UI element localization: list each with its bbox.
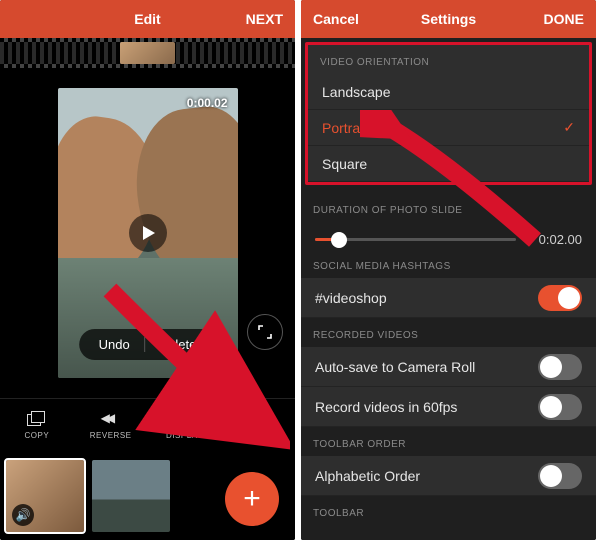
play-button[interactable] xyxy=(129,214,167,252)
timeline-clip[interactable] xyxy=(120,42,175,64)
sixtyfps-label: Record videos in 60fps xyxy=(315,399,457,415)
edit-screen: Edit NEXT 0:00.02 Undo Delete COPY REVER… xyxy=(0,0,295,540)
orientation-group: VIDEO ORIENTATION Landscape Portrait ✓ Sq… xyxy=(305,42,592,185)
settings-body[interactable]: VIDEO ORIENTATION Landscape Portrait ✓ Sq… xyxy=(301,38,596,540)
reverse-label: REVERSE xyxy=(90,431,132,440)
alpha-toggle[interactable] xyxy=(538,463,582,489)
edit-title: Edit xyxy=(70,11,225,27)
orientation-portrait[interactable]: Portrait ✓ xyxy=(308,110,589,146)
video-preview[interactable]: 0:00.02 Undo Delete xyxy=(58,88,238,378)
duration-slider-row: 0:02.00 xyxy=(301,222,596,249)
alpha-order-row[interactable]: Alphabetic Order xyxy=(301,456,596,496)
hashtag-row[interactable]: #videoshop xyxy=(301,278,596,318)
display-button[interactable]: DISPLAY xyxy=(148,399,222,452)
next-button[interactable]: NEXT xyxy=(225,11,283,27)
add-clip-button[interactable]: + xyxy=(225,472,279,526)
timestamp-label: 0:00.02 xyxy=(187,96,228,110)
settings-title: Settings xyxy=(371,11,526,27)
settings-label: SETTINGS xyxy=(236,431,280,440)
copy-label: COPY xyxy=(25,431,50,440)
landscape-label: Landscape xyxy=(322,84,391,100)
duration-header: DURATION OF PHOTO SLIDE xyxy=(301,193,596,222)
toolbar-header: TOOLBAR xyxy=(301,496,596,525)
delete-button[interactable]: Delete xyxy=(145,337,211,352)
copy-icon xyxy=(27,411,47,427)
orientation-square[interactable]: Square xyxy=(308,146,589,182)
hashtag-label: #videoshop xyxy=(315,290,387,306)
edit-header: Edit NEXT xyxy=(0,0,295,38)
orientation-header: VIDEO ORIENTATION xyxy=(308,45,589,74)
reverse-button[interactable]: REVERSE xyxy=(74,399,148,452)
autosave-toggle[interactable] xyxy=(538,354,582,380)
portrait-label: Portrait xyxy=(322,120,367,136)
mute-icon[interactable]: 🔊 xyxy=(12,504,34,526)
display-label: DISPLAY xyxy=(166,431,203,440)
sixtyfps-toggle[interactable] xyxy=(538,394,582,420)
settings-header: Cancel Settings DONE xyxy=(301,0,596,38)
duration-slider[interactable] xyxy=(315,238,516,241)
settings-button[interactable]: SETTINGS xyxy=(221,399,295,452)
reverse-icon xyxy=(101,411,121,427)
undo-button[interactable]: Undo xyxy=(85,337,144,352)
copy-button[interactable]: COPY xyxy=(0,399,74,452)
sixtyfps-row[interactable]: Record videos in 60fps xyxy=(301,387,596,427)
gear-icon xyxy=(248,411,268,427)
fullscreen-button[interactable] xyxy=(247,314,283,350)
settings-screen: Cancel Settings DONE VIDEO ORIENTATION L… xyxy=(301,0,596,540)
hashtag-toggle[interactable] xyxy=(538,285,582,311)
bottom-toolbar: COPY REVERSE DISPLAY SETTINGS xyxy=(0,398,295,452)
slider-knob[interactable] xyxy=(331,232,347,248)
clip-thumbnails: 🔊 + xyxy=(0,452,295,540)
thumbnail-2[interactable] xyxy=(92,460,170,532)
toolbar-order-header: TOOLBAR ORDER xyxy=(301,427,596,456)
display-icon xyxy=(174,411,194,427)
autosave-label: Auto-save to Camera Roll xyxy=(315,359,475,375)
orientation-landscape[interactable]: Landscape xyxy=(308,74,589,110)
thumbnail-1[interactable]: 🔊 xyxy=(6,460,84,532)
check-icon: ✓ xyxy=(563,119,575,136)
recorded-header: RECORDED VIDEOS xyxy=(301,318,596,347)
cancel-button[interactable]: Cancel xyxy=(313,11,371,27)
square-label: Square xyxy=(322,156,367,172)
duration-value: 0:02.00 xyxy=(526,232,582,247)
undo-delete-pill: Undo Delete xyxy=(79,329,217,360)
timeline-strip[interactable] xyxy=(0,38,295,68)
hashtags-header: SOCIAL MEDIA HASHTAGS xyxy=(301,249,596,278)
done-button[interactable]: DONE xyxy=(526,11,584,27)
autosave-row[interactable]: Auto-save to Camera Roll xyxy=(301,347,596,387)
preview-stage: 0:00.02 Undo Delete xyxy=(0,68,295,398)
alpha-label: Alphabetic Order xyxy=(315,468,420,484)
